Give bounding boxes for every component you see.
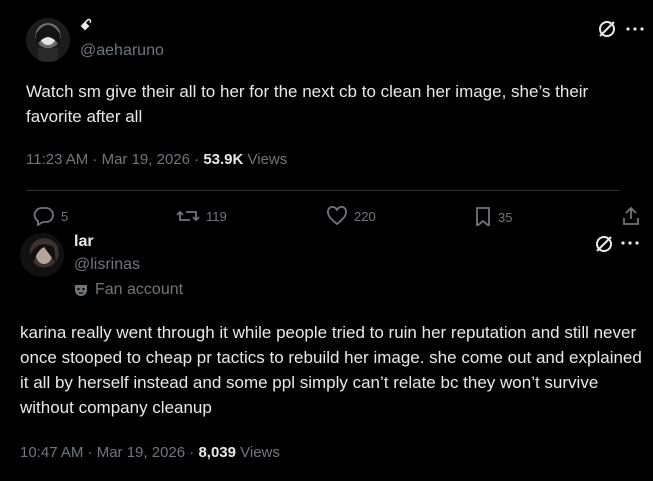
fan-account-label: Fan account [95, 281, 184, 298]
tweet1-text: Watch sm give their all to her for the n… [26, 82, 589, 126]
tweet1-meta: 11:23 AM · Mar 19, 2026 · 53.9K Views [26, 151, 287, 168]
bookmark-count: 35 [498, 209, 513, 225]
tweet2-views-count: 8,039 [198, 444, 236, 461]
avatar-aeharuno[interactable] [26, 18, 70, 62]
repost-icon [176, 210, 200, 222]
grok-icon[interactable] [594, 234, 614, 254]
bookmark-icon [476, 207, 490, 228]
tweet2-views-label: Views [235, 444, 280, 461]
more-icon[interactable] [626, 26, 644, 32]
avatar-image [36, 25, 60, 62]
fan-account-badge: Fan account [74, 281, 183, 299]
like-icon [327, 206, 347, 226]
tweet2-meta: 10:47 AM · Mar 19, 2026 · 8,039 Views [20, 444, 280, 461]
fan-mask-icon [75, 285, 87, 296]
tweet1-display-name[interactable]: ꗃ [80, 17, 92, 34]
tweet1-views-count: 53.9K [203, 151, 244, 168]
tweet1-handle[interactable]: @aeharuno [80, 42, 164, 60]
repost-count: 119 [206, 208, 227, 224]
like-count: 220 [354, 208, 376, 224]
tweet2-display-name[interactable]: lar [74, 233, 94, 251]
grok-icon[interactable] [597, 19, 617, 39]
tweet1-divider [26, 190, 620, 191]
tweet2-text: karina really went through it while peop… [20, 323, 642, 417]
avatar-image [30, 244, 56, 267]
tweet1-timestamp[interactable]: 11:23 AM · Mar 19, 2026 · [26, 151, 203, 168]
reply-button[interactable]: 5 [33, 206, 68, 226]
share-icon [623, 206, 639, 225]
bookmark-button[interactable]: 35 [474, 206, 512, 228]
repost-button[interactable]: 119 [176, 206, 227, 226]
tweet2-timestamp[interactable]: 10:47 AM · Mar 19, 2026 · [20, 444, 198, 461]
tweet1-views-label: Views [243, 151, 288, 168]
avatar-lisrinas[interactable] [20, 233, 64, 277]
like-button[interactable]: 220 [326, 206, 376, 226]
reply-icon [33, 207, 54, 226]
more-icon[interactable] [621, 240, 639, 246]
tweet2-handle[interactable]: @lisrinas [74, 256, 140, 274]
share-button[interactable] [620, 205, 642, 227]
reply-count: 5 [61, 208, 69, 224]
